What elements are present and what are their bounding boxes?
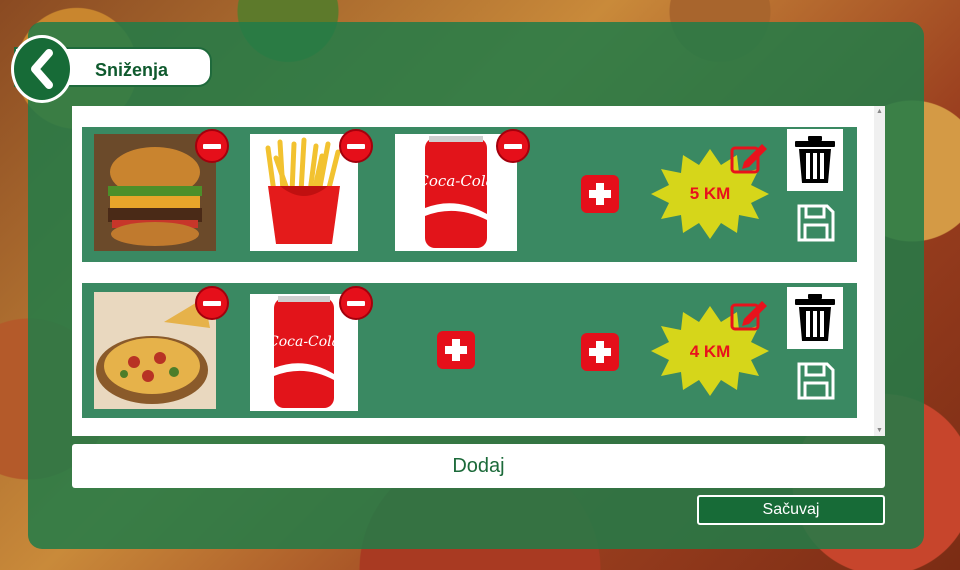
plus-icon: [589, 183, 611, 205]
add-item-button[interactable]: [581, 333, 619, 371]
save-icon[interactable]: [796, 203, 836, 243]
add-item-button[interactable]: [581, 175, 619, 213]
minus-icon: [347, 300, 365, 306]
chevron-left-icon: [31, 49, 53, 89]
page-title: Sniženja: [95, 60, 169, 80]
minus-icon: [504, 143, 522, 149]
back-button[interactable]: [11, 35, 73, 103]
add-discount-button[interactable]: Dodaj: [72, 444, 885, 488]
price-label: 5 KM: [689, 184, 731, 203]
cola-can-text: Coca-Cola: [417, 172, 494, 190]
minus-icon: [347, 143, 365, 149]
remove-item-button[interactable]: [195, 286, 229, 320]
trash-icon: [795, 136, 835, 183]
plus-icon: [589, 341, 611, 363]
list-scrollbar[interactable]: ▲ ▼: [874, 106, 885, 436]
edit-icon[interactable]: [730, 142, 768, 174]
remove-item-button[interactable]: [496, 129, 530, 163]
cola-can-text: Coca-Cola: [268, 334, 340, 350]
edit-icon[interactable]: [730, 299, 768, 331]
price-label: 4 KM: [689, 342, 731, 361]
minus-icon: [203, 143, 221, 149]
remove-item-button[interactable]: [339, 286, 373, 320]
remove-item-button[interactable]: [339, 129, 373, 163]
save-icon[interactable]: [796, 361, 836, 401]
minus-icon: [203, 300, 221, 306]
delete-button[interactable]: [787, 287, 843, 349]
remove-item-button[interactable]: [195, 129, 229, 163]
add-item-button[interactable]: [437, 331, 475, 369]
delete-button[interactable]: [787, 129, 843, 191]
save-button[interactable]: Sačuvaj: [697, 495, 885, 525]
plus-icon: [445, 339, 467, 361]
trash-icon: [795, 294, 835, 341]
